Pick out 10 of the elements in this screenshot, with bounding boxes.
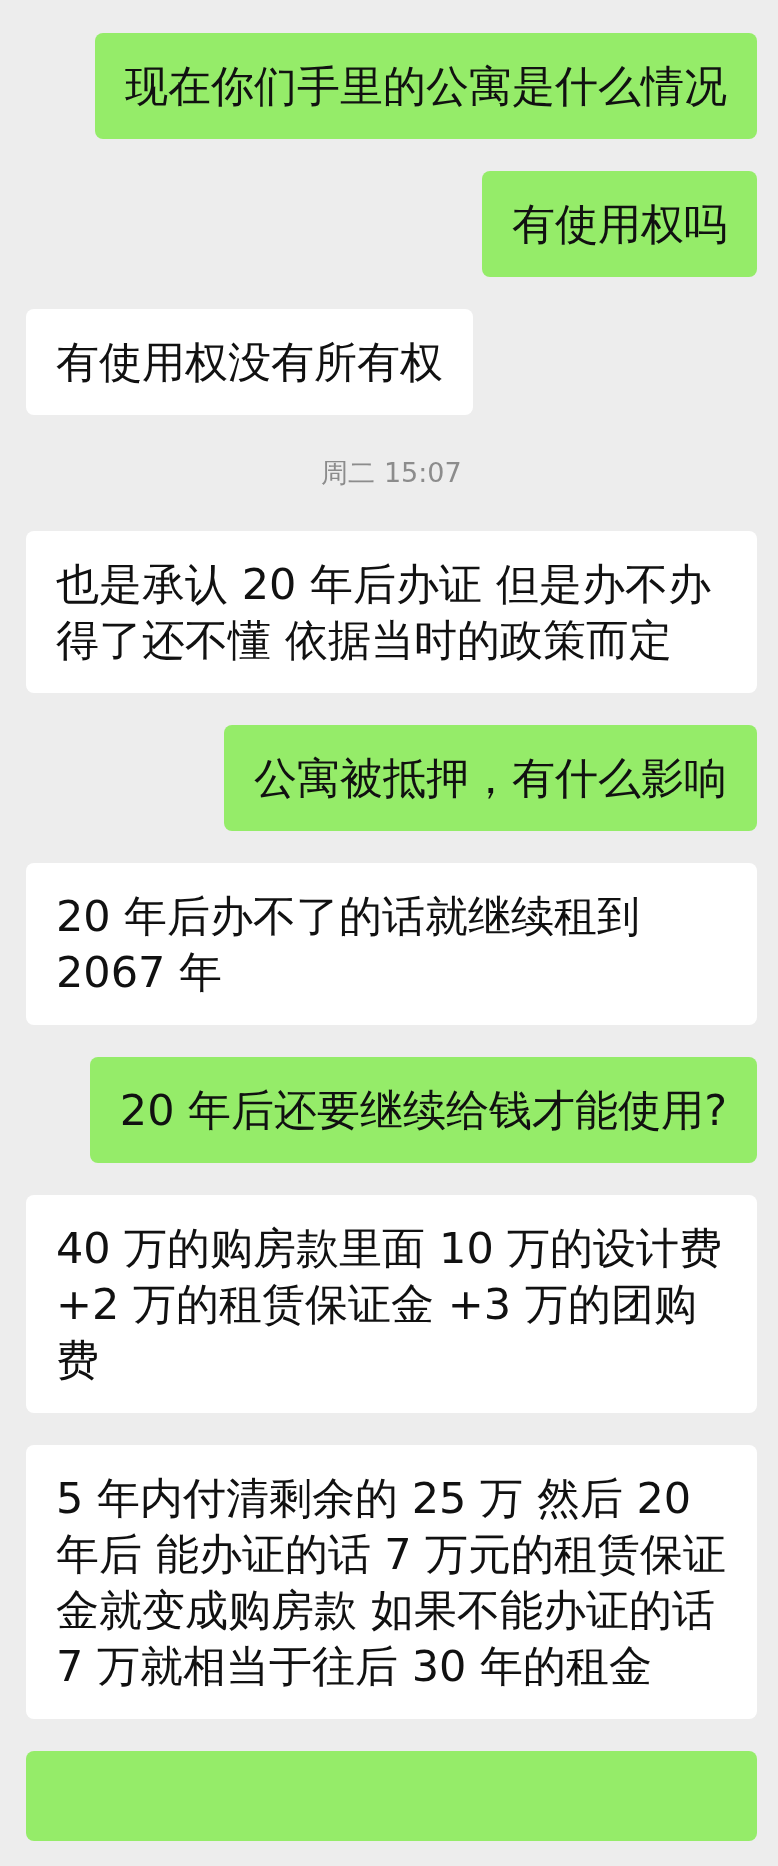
message-bubble: 40 万的购房款里面 10 万的设计费 +2 万的租赁保证金 +3 万的团购费 bbox=[26, 1195, 757, 1413]
message-bubble: 有使用权没有所有权 bbox=[26, 309, 473, 415]
message-bubble: 20 年后还要继续给钱才能使用? bbox=[89, 1057, 757, 1163]
message-bubble: 有使用权吗 bbox=[482, 171, 757, 277]
message-bubble: 5 年内付清剩余的 25 万 然后 20 年后 能办证的话 7 万元的租赁保证金就变成购房款 如果不能办证的话 7 万就相当于往后 30 年的租金 bbox=[26, 1445, 757, 1719]
message-bubble: 也是承认 20 年后办证 但是办不办得了还不懂 依据当时的政策而定 bbox=[26, 531, 757, 693]
timestamp: 周二 15:07 bbox=[321, 456, 462, 490]
message-bubble: 公寓被抵押，有什么影响 bbox=[224, 725, 757, 831]
message-bubble: 现在你们手里的公寓是什么情况 bbox=[95, 33, 757, 139]
message-bubble: 20 年后办不了的话就继续租到 2067 年 bbox=[26, 863, 757, 1025]
